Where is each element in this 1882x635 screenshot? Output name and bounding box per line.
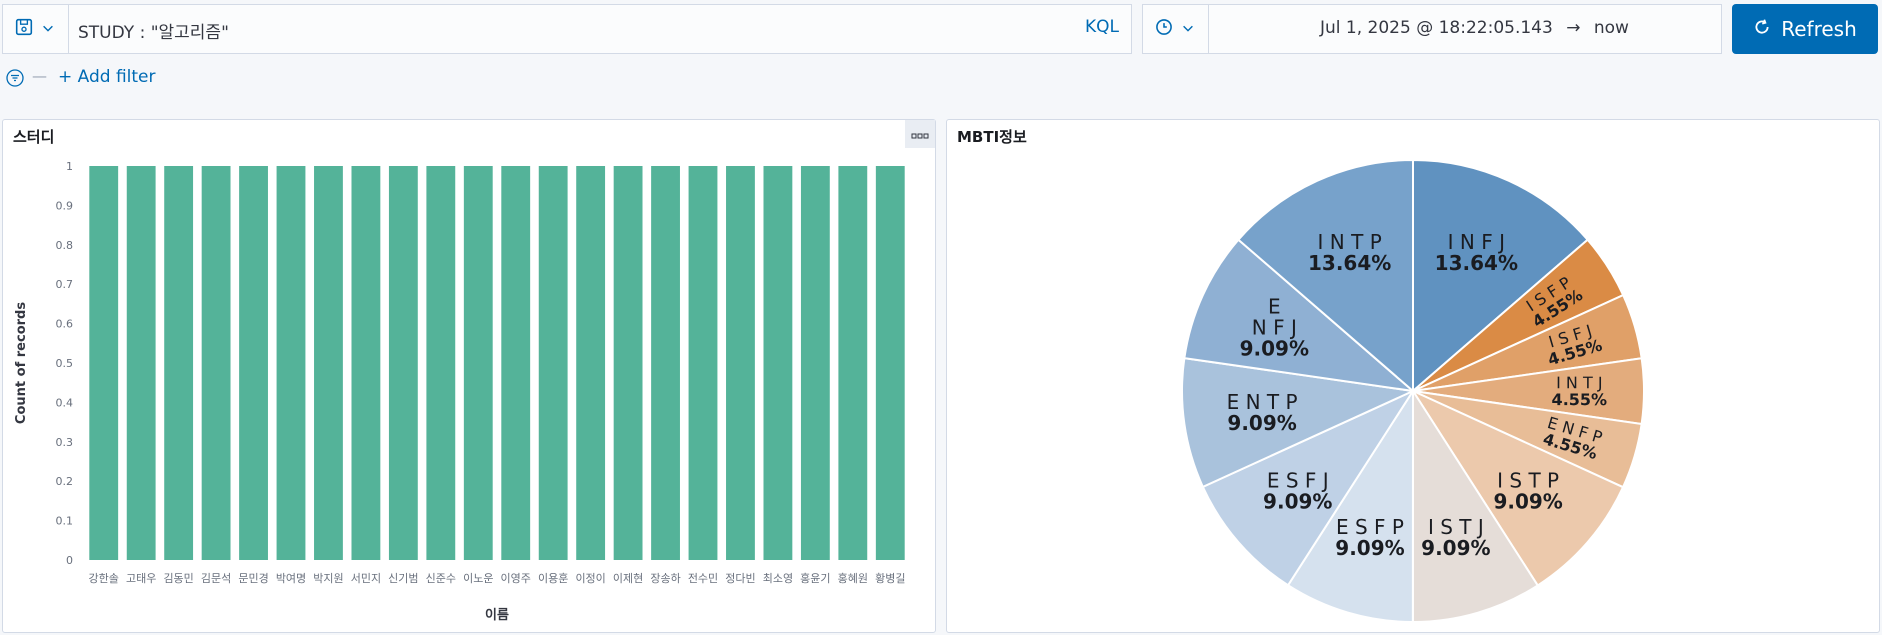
refresh-icon [1753, 17, 1771, 41]
pie-slice-percent: 9.09% [1335, 536, 1404, 560]
x-tick-label: 고태우 [126, 572, 156, 585]
x-tick-label: 서민지 [351, 572, 381, 585]
bar[interactable] [800, 166, 830, 560]
bar[interactable] [838, 166, 868, 560]
x-tick-label: 김동민 [163, 572, 193, 585]
x-tick-label: 강한솔 [89, 572, 119, 585]
add-filter-button[interactable]: + Add filter [58, 67, 156, 87]
y-tick-label: 0.6 [56, 318, 74, 331]
pie-label: E S F J9.09% [1263, 468, 1332, 513]
x-tick-label: 홍혜원 [838, 571, 868, 585]
x-axis-label: 이름 [485, 607, 509, 623]
pie-label: I N T P13.64% [1308, 230, 1391, 275]
pie-slice-percent: 9.09% [1263, 489, 1332, 513]
pie-slice-percent: 9.09% [1240, 337, 1309, 361]
pie-slice-percent: 9.09% [1421, 536, 1490, 560]
bar[interactable] [351, 166, 381, 560]
bar-chart: 0 0.1 0.2 0.3 0.4 0.5 0.6 0.7 0.8 0.9 1 Count of re… [14, 160, 905, 623]
pie-slice-percent: 9.09% [1493, 489, 1562, 513]
y-tick-label: 0.3 [56, 436, 74, 449]
bar[interactable] [276, 166, 306, 560]
pie-label: E N T P9.09% [1227, 390, 1298, 435]
x-tick-label: 홍윤기 [800, 571, 830, 585]
bar[interactable] [89, 166, 119, 560]
bar[interactable] [501, 166, 531, 560]
y-tick-label: 0.8 [56, 239, 74, 252]
pie-label: I S T J9.09% [1421, 515, 1490, 560]
x-tick-label: 이용훈 [538, 572, 568, 585]
x-tick-label: 문민경 [238, 572, 268, 585]
x-tick-label: 장송하 [650, 571, 680, 585]
x-tick-label: 박지원 [313, 572, 343, 585]
y-tick-label: 1 [66, 160, 73, 173]
bar[interactable] [201, 166, 231, 560]
x-tick-label: 이제현 [613, 572, 643, 585]
y-axis-label: Count of records [14, 302, 29, 424]
pie-label: I N T J4.55% [1552, 373, 1608, 409]
chevron-down-icon [1181, 20, 1195, 39]
refresh-button[interactable]: Refresh [1732, 4, 1878, 54]
pie-slice-percent: 13.64% [1308, 251, 1391, 275]
arrow-right-icon: → [1566, 18, 1581, 38]
bar[interactable] [314, 166, 343, 560]
x-tick-label: 김문석 [201, 572, 231, 585]
pie-chart-panel: MBTI정보 I N F J 13.64% I S F P 4.55% I S F J4… [946, 119, 1880, 633]
bar[interactable] [388, 166, 418, 560]
bar[interactable] [726, 166, 755, 560]
x-tick-label: 신준수 [426, 572, 456, 585]
x-tick-label: 신기범 [388, 572, 418, 585]
save-icon [15, 18, 33, 40]
x-tick-label: 황병길 [875, 572, 905, 585]
start-date[interactable]: Jul 1, 2025 @ 18:22:05.143 [1320, 18, 1553, 38]
y-tick-label: 0.5 [56, 357, 74, 370]
pie-slice-percent: 9.09% [1227, 411, 1296, 435]
x-tick-label: 정다빈 [725, 572, 755, 585]
bar-chart-panel: 스터디 0 0.1 0.2 0.3 0.4 0.5 0.6 0.7 0.8 0.9 1 Count o… [2, 119, 936, 633]
pie-label: E S F P9.09% [1335, 515, 1404, 560]
filter-separator: — [32, 67, 47, 85]
bar[interactable] [576, 166, 606, 560]
x-tick-label: 최소영 [763, 572, 793, 585]
end-date[interactable]: now [1594, 18, 1629, 38]
bar[interactable] [239, 166, 268, 560]
y-tick-label: 0.2 [56, 475, 74, 488]
bar[interactable] [763, 166, 793, 560]
bar[interactable] [463, 166, 493, 560]
clock-icon [1155, 18, 1173, 40]
bar[interactable] [875, 166, 905, 560]
pie-slice-percent: 4.55% [1552, 390, 1608, 409]
x-tick-label: 이영주 [501, 572, 531, 585]
quick-date-button[interactable] [1142, 4, 1209, 54]
bar[interactable] [164, 166, 194, 560]
bar[interactable] [126, 166, 156, 560]
pie-slice-percent: 13.64% [1435, 251, 1518, 275]
x-tick-label: 전수민 [688, 572, 718, 585]
refresh-label: Refresh [1781, 17, 1857, 41]
pie-chart: I N F J13.64%I S F P4.55%I S F J4.55%I N… [1181, 158, 1645, 624]
search-input[interactable]: STUDY : "알고리즘" [78, 18, 229, 43]
y-tick-label: 0.4 [56, 396, 74, 409]
y-tick-label: 0.9 [56, 199, 74, 212]
y-tick-label: 0.7 [56, 278, 74, 291]
bar[interactable] [426, 166, 456, 560]
date-range[interactable]: Jul 1, 2025 @ 18:22:05.143 → now [1320, 18, 1629, 38]
bar[interactable] [538, 166, 568, 560]
filter-menu-icon[interactable] [6, 69, 24, 91]
y-tick-label: 0 [66, 554, 73, 567]
x-tick-label: 이정이 [575, 572, 605, 585]
x-tick-label: 이노운 [463, 572, 493, 585]
pie-label: I S T P9.09% [1493, 468, 1562, 513]
chevron-down-icon [41, 20, 55, 39]
y-tick-label: 0.1 [56, 515, 74, 528]
bar[interactable] [613, 166, 643, 560]
bar[interactable] [688, 166, 718, 560]
x-tick-label: 박여명 [276, 572, 306, 585]
saved-query-button[interactable] [2, 4, 69, 54]
bar[interactable] [651, 166, 680, 560]
